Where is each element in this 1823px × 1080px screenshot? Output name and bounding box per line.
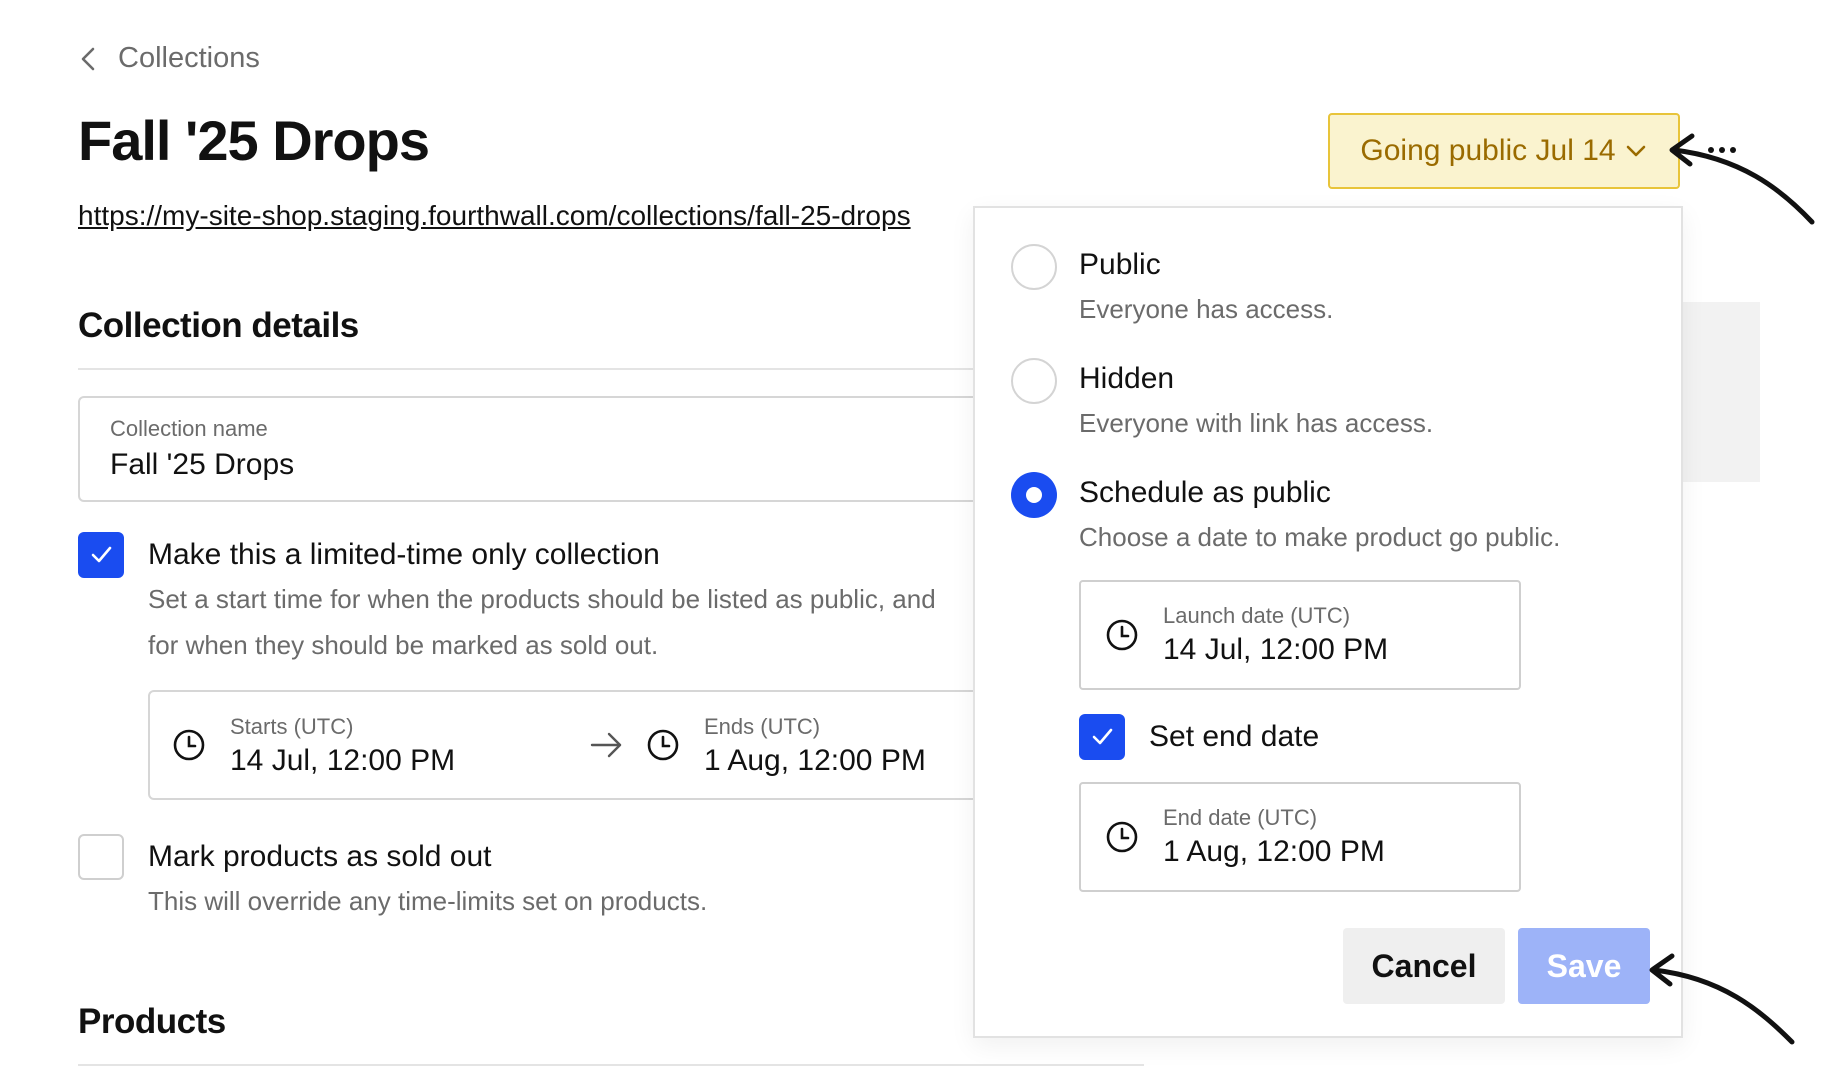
end-date-value: 1 Aug, 12:00 PM [704, 744, 926, 777]
collection-url-link[interactable]: https://my-site-shop.staging.fourthwall.… [78, 200, 978, 232]
limited-time-desc-2: for when they should be marked as sold o… [148, 630, 659, 660]
end-date-input-value: 1 Aug, 12:00 PM [1163, 835, 1385, 868]
checkmark-icon [91, 546, 112, 563]
collection-name-label: Collection name [110, 416, 268, 441]
visibility-status-label: Going public Jul 14 [1360, 134, 1616, 167]
option-schedule-title: Schedule as public [1079, 476, 1331, 509]
start-date-label: Starts (UTC) [230, 714, 354, 739]
section-divider [78, 1064, 1144, 1066]
set-end-date-checkbox[interactable] [1079, 714, 1125, 760]
breadcrumb-label: Collections [118, 42, 260, 74]
launch-date-input[interactable]: Launch date (UTC) 14 Jul, 12:00 PM [1079, 580, 1521, 690]
checkmark-icon [1092, 728, 1113, 745]
radio-schedule-public[interactable] [1011, 472, 1057, 518]
launch-date-value: 14 Jul, 12:00 PM [1163, 633, 1389, 666]
cancel-button[interactable]: Cancel [1343, 928, 1505, 1004]
side-panel [1680, 302, 1760, 482]
launch-date-label: Launch date (UTC) [1163, 603, 1351, 628]
breadcrumb[interactable]: Collections [78, 42, 260, 75]
more-options-button[interactable] [1700, 130, 1744, 170]
option-public-desc: Everyone has access. [1079, 294, 1334, 324]
end-date-input-label: End date (UTC) [1163, 805, 1318, 830]
page-title: Fall '25 Drops [78, 109, 430, 172]
option-hidden-title: Hidden [1079, 362, 1175, 395]
visibility-popover: Public Everyone has access. Hidden Every… [973, 206, 1683, 1038]
chevron-left-icon [81, 47, 95, 70]
clock-icon [1106, 821, 1138, 853]
end-date-input[interactable]: End date (UTC) 1 Aug, 12:00 PM [1079, 782, 1521, 892]
clock-icon [1106, 619, 1138, 651]
visibility-status-button[interactable]: Going public Jul 14 [1328, 113, 1680, 189]
collection-name-value: Fall '25 Drops [110, 448, 295, 481]
sold-out-desc: This will override any time-limits set o… [148, 886, 708, 916]
ellipsis-icon [1708, 147, 1714, 153]
save-button[interactable]: Save [1518, 928, 1650, 1004]
radio-public[interactable] [1011, 244, 1057, 290]
sold-out-checkbox[interactable] [78, 834, 124, 880]
clock-icon [173, 729, 205, 761]
sold-out-title: Mark products as sold out [148, 840, 492, 873]
end-date-label: Ends (UTC) [704, 714, 821, 739]
limited-time-desc-1: Set a start time for when the products s… [148, 584, 936, 614]
option-public-title: Public [1079, 248, 1161, 281]
set-end-date-label: Set end date [1149, 720, 1320, 753]
products-heading: Products [78, 1002, 226, 1041]
limited-time-title: Make this a limited-time only collection [148, 538, 660, 571]
option-hidden-desc: Everyone with link has access. [1079, 408, 1434, 438]
limited-time-checkbox[interactable] [78, 532, 124, 578]
option-schedule-desc: Choose a date to make product go public. [1079, 522, 1561, 552]
arrow-right-icon [590, 732, 622, 758]
collection-details-heading: Collection details [78, 306, 359, 345]
clock-icon [647, 729, 679, 761]
radio-hidden[interactable] [1011, 358, 1057, 404]
start-date-value: 14 Jul, 12:00 PM [230, 744, 456, 777]
chevron-down-icon [1626, 145, 1645, 157]
